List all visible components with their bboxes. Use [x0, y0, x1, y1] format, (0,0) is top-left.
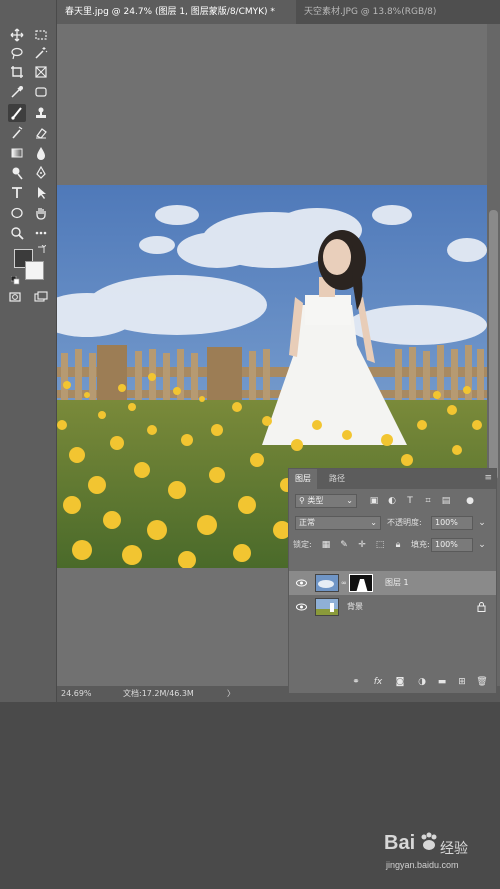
visibility-eye-icon[interactable] [296, 578, 307, 588]
layer-name[interactable]: 图层 1 [385, 571, 409, 595]
magic-wand-icon[interactable] [32, 44, 50, 62]
photoshop-window: 春天里.jpg @ 24.7% (图层 1, 图层蒙版/8/CMYK) * 天空… [0, 0, 500, 702]
filter-kind-select[interactable]: ⚲ 类型 ⌄ [295, 494, 357, 508]
more-tools-icon[interactable] [32, 224, 50, 242]
document-tab-bar: 春天里.jpg @ 24.7% (图层 1, 图层蒙版/8/CMYK) * 天空… [0, 0, 500, 24]
screen-mode-icon[interactable] [32, 288, 50, 306]
watermark-url: jingyan.baidu.com [386, 860, 459, 870]
panel-tabs: 图层 路径 ≡ [289, 469, 496, 489]
blend-mode-select[interactable]: 正常 ⌄ [295, 516, 381, 530]
scrollbar-thumb[interactable] [489, 210, 498, 480]
tab-paths[interactable]: 路径 [323, 469, 351, 489]
stamp-tool-icon[interactable] [32, 104, 50, 122]
pen-tool-icon[interactable] [32, 164, 50, 182]
dodge-tool-icon[interactable] [8, 164, 26, 182]
visibility-eye-icon[interactable] [296, 602, 307, 612]
baidu-watermark: Bai 经验 jingyan.baidu.com [370, 828, 490, 878]
lock-transparent-icon[interactable]: ▦ [319, 538, 333, 552]
pixel-filter-icon[interactable]: ▣ [367, 494, 381, 508]
smart-object-filter-icon[interactable]: ▤ [439, 494, 453, 508]
opacity-input[interactable]: 100% [431, 516, 473, 530]
lock-row: 锁定: ▦ ✎ ✛ ⬚ 🔒︎ 填充: 100% ⌄ [289, 535, 496, 555]
layers-bottom-bar: ⚭ fx ◙ ◑ ▬ ⊞ 🗑︎ [289, 671, 496, 693]
fx-icon[interactable]: fx [371, 675, 385, 689]
swap-colors-icon[interactable] [36, 244, 47, 255]
fill-input[interactable]: 100% [431, 538, 473, 552]
lock-artboard-icon[interactable]: ⬚ [373, 538, 387, 552]
move-tool-icon[interactable] [8, 26, 26, 44]
opacity-label: 不透明度: [387, 518, 422, 527]
lock-pixels-icon[interactable]: ✎ [337, 538, 351, 552]
blend-mode-value: 正常 [299, 518, 315, 527]
link-icon[interactable]: ⚭ [349, 675, 363, 689]
watermark-suffix: 经验 [440, 841, 468, 857]
history-brush-icon[interactable] [8, 124, 26, 142]
mask-link-icon[interactable]: ∞ [341, 579, 347, 587]
lock-label: 锁定: [293, 540, 312, 549]
lock-all-icon[interactable]: 🔒︎ [391, 538, 405, 552]
chevron-down-icon: ⌄ [370, 518, 377, 527]
fill-value: 100% [435, 540, 458, 549]
fill-label: 填充: [411, 540, 430, 549]
blend-row: 正常 ⌄ 不透明度: 100% ⌄ [289, 513, 496, 533]
layer-thumbnail[interactable] [315, 574, 339, 592]
trash-icon[interactable]: 🗑︎ [475, 675, 489, 689]
new-layer-icon[interactable]: ⊞ [455, 675, 469, 689]
opacity-dropdown-icon[interactable]: ⌄ [475, 516, 489, 530]
layer-row-background[interactable]: 背景 [289, 595, 496, 619]
filter-kind-label: 类型 [307, 496, 324, 505]
frame-select-icon[interactable] [32, 83, 50, 101]
default-colors-icon[interactable] [10, 270, 20, 285]
eyedropper-icon[interactable] [8, 83, 26, 101]
lasso-tool-icon[interactable] [8, 44, 26, 62]
fill-dropdown-icon[interactable]: ⌄ [475, 538, 489, 552]
type-filter-icon[interactable]: T [403, 494, 417, 508]
tools-panel [0, 0, 57, 702]
paw-icon [421, 832, 437, 850]
opacity-value: 100% [435, 518, 458, 527]
adjustment-icon[interactable]: ◑ [415, 675, 429, 689]
zoom-level[interactable]: 24.69% [61, 686, 92, 702]
layer-row-1[interactable]: ∞ 图层 1 [289, 571, 496, 595]
hand-tool-icon[interactable] [32, 204, 50, 222]
group-icon[interactable]: ▬ [435, 675, 449, 689]
watermark-brand: Bai [384, 832, 416, 854]
crop-tool-icon[interactable] [8, 63, 26, 81]
eraser-tool-icon[interactable] [32, 124, 50, 142]
tab-spring-jpg[interactable]: 春天里.jpg @ 24.7% (图层 1, 图层蒙版/8/CMYK) * [57, 0, 296, 24]
layer-mask-thumbnail[interactable] [349, 574, 373, 592]
blur-tool-icon[interactable] [32, 144, 50, 162]
filter-row: ⚲ 类型 ⌄ ▣ ◐ T ⌗ ▤ ● [289, 491, 496, 511]
tab-sky-material[interactable]: 天空素材.JPG @ 13.8%(RGB/8) [296, 0, 446, 24]
path-select-icon[interactable] [32, 184, 50, 202]
tab-layers[interactable]: 图层 [289, 469, 317, 489]
layers-panel: 图层 路径 ≡ ⚲ 类型 ⌄ ▣ ◐ T ⌗ ▤ ● 正常 ⌄ 不透明度: 100%… [288, 468, 497, 694]
mask-icon[interactable]: ◙ [393, 675, 407, 689]
brush-tool-icon[interactable] [8, 104, 26, 122]
layer-name[interactable]: 背景 [347, 595, 363, 619]
shape-filter-icon[interactable]: ⌗ [421, 494, 435, 508]
type-tool-icon[interactable] [8, 184, 26, 202]
adjustment-filter-icon[interactable]: ◐ [385, 494, 399, 508]
panel-menu-icon[interactable]: ≡ [484, 473, 492, 483]
layer-thumbnail[interactable] [315, 598, 339, 616]
background-color-swatch[interactable] [25, 261, 44, 280]
gradient-tool-icon[interactable] [8, 144, 26, 162]
filter-toggle-icon[interactable]: ● [463, 494, 477, 508]
document-size: 文档:17.2M/46.3M [123, 689, 194, 698]
ellipse-tool-icon[interactable] [8, 204, 26, 222]
frame-tool-icon[interactable] [32, 63, 50, 81]
marquee-tool-icon[interactable] [32, 26, 50, 44]
zoom-tool-icon[interactable] [8, 224, 26, 242]
chevron-down-icon: ⌄ [346, 496, 353, 505]
lock-position-icon[interactable]: ✛ [355, 538, 369, 552]
lock-icon [477, 602, 486, 612]
status-menu-arrow[interactable]: 〉 [227, 686, 235, 702]
quick-mask-icon[interactable] [6, 288, 24, 306]
